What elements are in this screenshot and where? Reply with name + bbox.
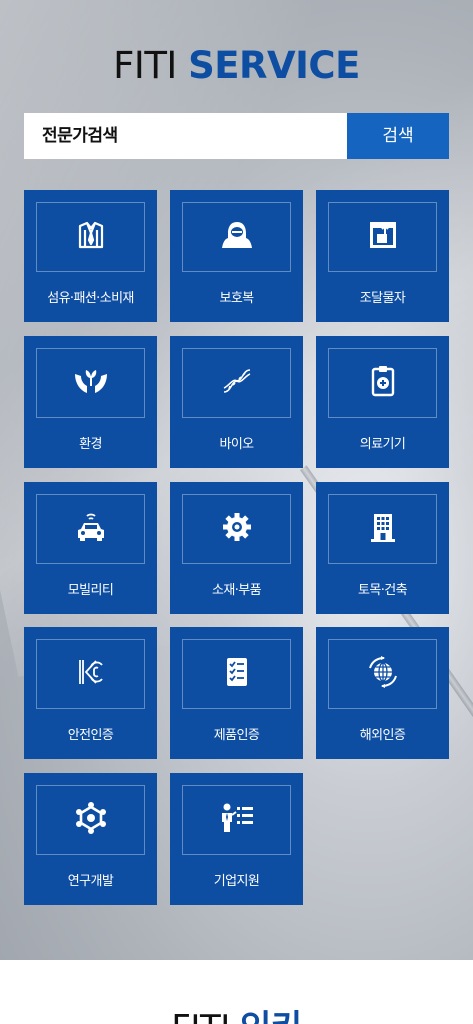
- medical-clipboard-icon: [316, 364, 449, 398]
- section-title: FITI 인키: [0, 1008, 473, 1024]
- tile-civil-architecture[interactable]: 토목·건축: [316, 482, 449, 614]
- building-icon: [316, 510, 449, 544]
- gear-icon: [170, 510, 303, 544]
- tile-environment[interactable]: 환경: [24, 336, 157, 468]
- presenter-icon: [170, 801, 303, 835]
- search-button[interactable]: 검색: [347, 113, 449, 159]
- checklist-icon: [170, 655, 303, 689]
- tile-label: 연구개발: [67, 874, 114, 889]
- page-title: FITI SERVICE: [0, 44, 473, 88]
- tile-business-support[interactable]: 기업지원: [170, 773, 303, 905]
- tile-label: 토목·건축: [358, 583, 408, 598]
- tile-materials-parts[interactable]: 소재·부품: [170, 482, 303, 614]
- section-title-highlight: 인키: [240, 1008, 302, 1024]
- dna-icon: [170, 364, 303, 398]
- hazmat-suit-icon: [170, 218, 303, 252]
- tile-procurement[interactable]: 조달물자: [316, 190, 449, 322]
- tile-research-development[interactable]: 연구개발: [24, 773, 157, 905]
- tile-label: 기업지원: [213, 874, 260, 889]
- tile-label: 보호복: [219, 291, 254, 306]
- tile-label: 해외인증: [359, 728, 406, 743]
- tile-product-certification[interactable]: 제품인증: [170, 627, 303, 759]
- kc-mark-icon: [24, 655, 157, 689]
- tile-label: 조달물자: [359, 291, 406, 306]
- tile-textile[interactable]: 섬유·패션·소비재: [24, 190, 157, 322]
- tile-label: 모빌리티: [67, 583, 114, 598]
- tile-label: 섬유·패션·소비재: [47, 291, 134, 306]
- connected-car-icon: [24, 510, 157, 544]
- hands-sprout-icon: [24, 364, 157, 398]
- tile-label: 안전인증: [67, 728, 114, 743]
- tile-protective-clothing[interactable]: 보호복: [170, 190, 303, 322]
- tile-label: 환경: [79, 437, 102, 452]
- title-service: SERVICE: [188, 44, 360, 87]
- procurement-box-icon: [316, 218, 449, 252]
- tile-medical-device[interactable]: 의료기기: [316, 336, 449, 468]
- tile-mobility[interactable]: 모빌리티: [24, 482, 157, 614]
- tile-overseas-certification[interactable]: 해외인증: [316, 627, 449, 759]
- tile-label: 소재·부품: [212, 583, 262, 598]
- expert-search-bar: 전문가검색 검색: [24, 113, 449, 159]
- shirt-icon: [24, 218, 157, 252]
- tile-label: 바이오: [219, 437, 254, 452]
- section-title-fiti: FITI: [171, 1008, 230, 1024]
- tile-safety-certification[interactable]: 안전인증: [24, 627, 157, 759]
- title-fiti: FITI: [113, 44, 177, 87]
- search-input[interactable]: 전문가검색: [24, 113, 347, 159]
- tile-label: 의료기기: [359, 437, 406, 452]
- research-network-icon: [24, 801, 157, 835]
- tile-label: 제품인증: [213, 728, 260, 743]
- globe-icon: [316, 655, 449, 689]
- tile-bio[interactable]: 바이오: [170, 336, 303, 468]
